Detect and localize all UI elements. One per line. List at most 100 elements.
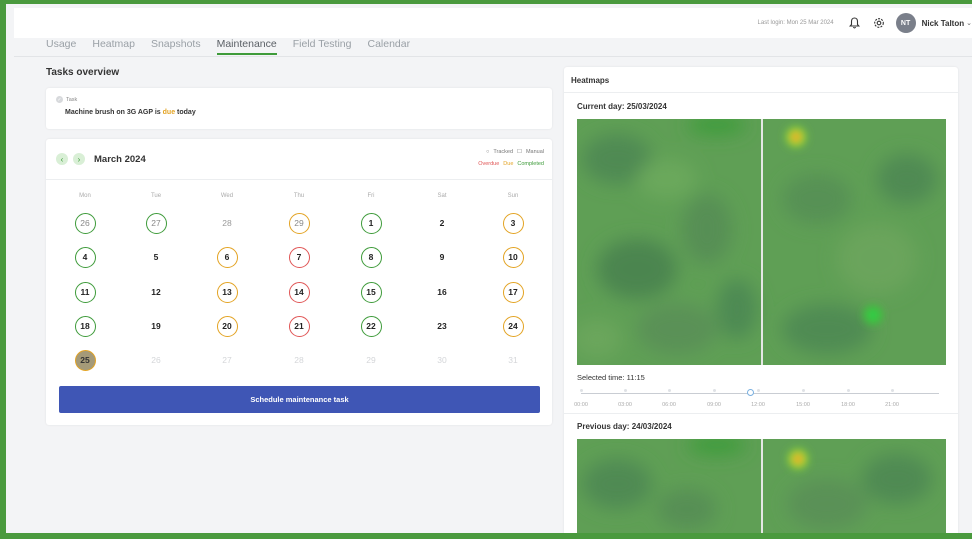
calendar-day[interactable]: 20 [216,315,238,337]
selected-time: Selected time: 11:15 [577,373,645,382]
tab-usage[interactable]: Usage [46,38,76,53]
calendar-day[interactable]: 26 [74,212,96,234]
calendar-day[interactable]: 27 [145,212,167,234]
weekday-0: Mon [79,193,91,199]
calendar-day[interactable]: 9 [432,247,453,268]
heatmaps-panel: Heatmaps Current day: 25/03/2024 Selecte… [564,67,958,537]
chevron-down-icon[interactable]: ⌄ [966,19,972,27]
calendar-day[interactable]: 28 [289,350,310,371]
legend-status: Overdue Due Completed [478,161,544,167]
calendar-day[interactable]: 18 [74,315,96,337]
calendar-day[interactable]: 12 [146,282,167,303]
calendar-day[interactable]: 14 [288,281,310,303]
tab-maintenance[interactable]: Maintenance [216,38,277,55]
calendar-day[interactable]: 6 [216,246,238,268]
manual-icon: ☐ [517,149,522,155]
tab-snapshots[interactable]: Snapshots [151,38,201,53]
slider-tick-dot [624,389,627,392]
user-name[interactable]: Nick Talton [922,19,965,28]
slider-tick-label: 18:00 [841,402,855,408]
chevron-right-icon[interactable]: › [73,153,85,165]
calendar-day[interactable]: 30 [432,350,453,371]
main-tabs: Usage Heatmap Snapshots Maintenance Fiel… [46,38,410,56]
calendar-day[interactable]: 27 [217,350,238,371]
calendar-card: ‹ › March 2024 ○ Tracked ☐ Manual Overdu… [46,139,552,425]
legend-due: Due [503,161,514,167]
schedule-maintenance-button[interactable]: Schedule maintenance task [59,386,540,413]
task-status: due [162,109,176,116]
legend-manual: Manual [525,149,544,155]
calendar-day[interactable]: 16 [432,282,453,303]
weekday-5: Sat [437,193,447,199]
slider-tick-dot [713,389,716,392]
calendar-day[interactable]: 1 [360,212,382,234]
slider-tick-dot [847,389,850,392]
calendar-day[interactable]: 19 [146,316,167,337]
calendar-day[interactable]: 8 [360,246,382,268]
heatmaps-divider-2 [564,413,958,414]
avatar[interactable]: NT [895,13,916,33]
calendar-day[interactable]: 13 [216,281,238,303]
slider-tick-label: 12:00 [751,402,765,408]
calendar-day[interactable]: 31 [503,350,524,371]
last-login-text: Last login: Mon 25 Mar 2024 [757,20,834,26]
chevron-left-icon[interactable]: ‹ [56,153,68,165]
slider-tick-dot [757,389,760,392]
calendar-day[interactable]: 11 [74,281,96,303]
calendar-day[interactable]: 26 [146,350,167,371]
previous-day-heatmap[interactable] [577,439,946,537]
calendar-day[interactable]: 28 [217,213,238,234]
calendar-day[interactable]: 3 [502,212,524,234]
slider-tick-dot [891,389,894,392]
tabs-divider [14,56,972,57]
slider-tick-label: 09:00 [707,402,721,408]
weekday-1: Tue [150,193,162,199]
calendar-day[interactable]: 23 [432,316,453,337]
task-text-before: Machine brush on 3G AGP is [65,109,163,116]
slider-tick-dot [802,389,805,392]
calendar-day[interactable]: 7 [288,246,310,268]
task-card[interactable]: ✓ Task Machine brush on 3G AGP is due to… [46,88,552,129]
window-border-bottom [0,533,972,539]
time-slider-track[interactable] [581,393,939,394]
slider-tick-label: 00:00 [574,402,588,408]
tab-heatmap[interactable]: Heatmap [92,38,135,53]
legend-type: ○ Tracked ☐ Manual [486,149,544,155]
calendar-day[interactable]: 22 [360,315,382,337]
task-text-after: today [175,109,196,116]
bell-icon[interactable] [848,16,862,30]
legend-overdue: Overdue [478,161,500,167]
slider-tick-label: 03:00 [618,402,632,408]
calendar-day[interactable]: 29 [361,350,382,371]
current-day-heatmap[interactable] [577,119,946,365]
slider-tick-label: 06:00 [662,402,676,408]
time-slider-handle[interactable] [747,389,754,396]
task-description: Machine brush on 3G AGP is due today [65,109,196,116]
legend-tracked: Tracked [493,149,514,155]
app-window: Last login: Mon 25 Mar 2024 NT Nick Talt… [0,0,972,539]
weekday-6: Sun [507,193,519,199]
calendar-day[interactable]: 4 [74,246,96,268]
calendar-day[interactable]: 10 [502,246,524,268]
tab-calendar[interactable]: Calendar [367,38,410,53]
tab-field-testing[interactable]: Field Testing [293,38,352,53]
previous-day-label: Previous day: 24/03/2024 [577,422,672,431]
legend-completed: Completed [517,161,544,167]
calendar-day[interactable]: 15 [360,281,382,303]
calendar-day[interactable]: 24 [502,315,524,337]
calendar-day[interactable]: 5 [146,247,167,268]
slider-tick-dot [580,389,583,392]
calendar-day[interactable]: 29 [288,212,310,234]
weekday-4: Fri [367,193,375,199]
calendar-day[interactable]: 17 [502,281,524,303]
calendar-nav: ‹ › March 2024 [56,153,146,165]
calendar-day[interactable]: 25 [74,349,96,371]
task-tag-label: Task [66,96,78,103]
calendar-day[interactable]: 2 [432,213,453,234]
slider-tick-label: 15:00 [796,402,810,408]
time-marker-line-previous [761,439,763,537]
weekday-2: Wed [220,193,234,199]
weekday-3: Thu [293,193,305,199]
gear-icon[interactable] [872,16,886,30]
calendar-day[interactable]: 21 [288,315,310,337]
